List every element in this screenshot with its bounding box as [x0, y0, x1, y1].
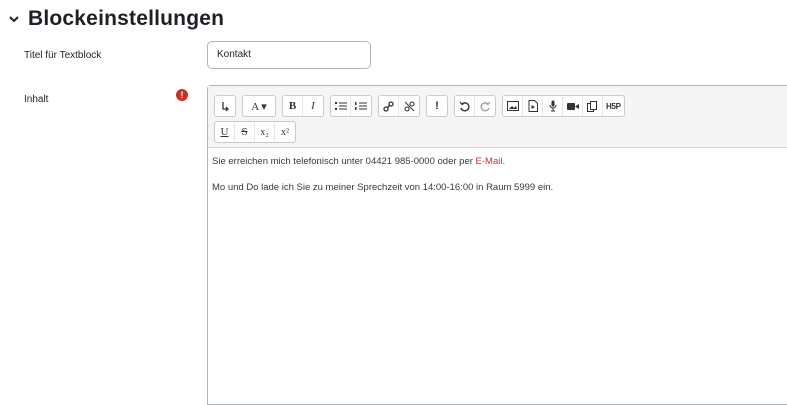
editor-content[interactable]: Sie erreichen mich telefonisch unter 044… — [208, 148, 787, 214]
image-button[interactable] — [503, 96, 523, 116]
unordered-list-icon — [334, 102, 347, 110]
text-editor[interactable]: A ▾ B I ! H5P U S x₂ x² Sie erreichen mi… — [207, 85, 787, 405]
link-icon — [383, 100, 394, 112]
content-line1-text: Sie erreichen mich telefonisch unter 044… — [212, 156, 476, 167]
unlink-icon — [403, 100, 415, 112]
microphone-icon — [549, 100, 556, 112]
ordered-list-icon — [355, 102, 367, 110]
editor-toolbar: A ▾ B I ! H5P U S x₂ x² — [208, 86, 787, 148]
chevron-down-icon — [6, 11, 22, 27]
italic-button[interactable]: I — [303, 96, 323, 116]
record-audio-button[interactable] — [543, 96, 563, 116]
content-paragraph-1: Sie erreichen mich telefonisch unter 044… — [212, 155, 787, 169]
h5p-button[interactable]: H5P — [603, 96, 624, 116]
link-button[interactable] — [379, 96, 399, 116]
record-video-button[interactable] — [563, 96, 583, 116]
strikethrough-button[interactable]: S — [235, 122, 255, 142]
subscript-button[interactable]: x₂ — [255, 122, 275, 142]
redo-icon — [480, 101, 490, 111]
font-size-button[interactable]: A ▾ — [243, 96, 275, 116]
ordered-list-button[interactable] — [351, 96, 371, 116]
required-icon: ! — [176, 89, 188, 101]
title-input[interactable]: Kontakt — [207, 41, 371, 69]
image-icon — [506, 101, 519, 111]
unordered-list-button[interactable] — [331, 96, 351, 116]
redo-button[interactable] — [475, 96, 495, 116]
email-link[interactable]: E-Mail — [476, 156, 503, 167]
content-field-label: Inhalt — [24, 94, 49, 105]
media-file-icon — [528, 100, 538, 112]
content-line1-suffix: . — [502, 156, 506, 167]
superscript-button[interactable]: x² — [275, 122, 295, 142]
title-field-label: Titel für Textblock — [24, 50, 102, 61]
undo-button[interactable] — [455, 96, 475, 116]
copy-files-icon — [587, 100, 597, 112]
section-toggle[interactable]: Blockeinstellungen — [6, 4, 224, 34]
content-paragraph-2: Mo und Do lade ich Sie zu meiner Sprechz… — [212, 182, 554, 193]
unlink-button[interactable] — [399, 96, 419, 116]
manage-files-button[interactable] — [583, 96, 603, 116]
undo-icon — [459, 101, 470, 112]
bold-button[interactable]: B — [283, 96, 303, 116]
toolbar-toggle-icon — [222, 101, 229, 111]
video-camera-icon — [566, 102, 579, 110]
section-title: Blockeinstellungen — [28, 7, 225, 30]
underline-button[interactable]: U — [215, 122, 235, 142]
toolbar-toggle-button[interactable] — [215, 96, 235, 116]
prevent-autolink-button[interactable]: ! — [427, 96, 447, 116]
media-button[interactable] — [523, 96, 543, 116]
